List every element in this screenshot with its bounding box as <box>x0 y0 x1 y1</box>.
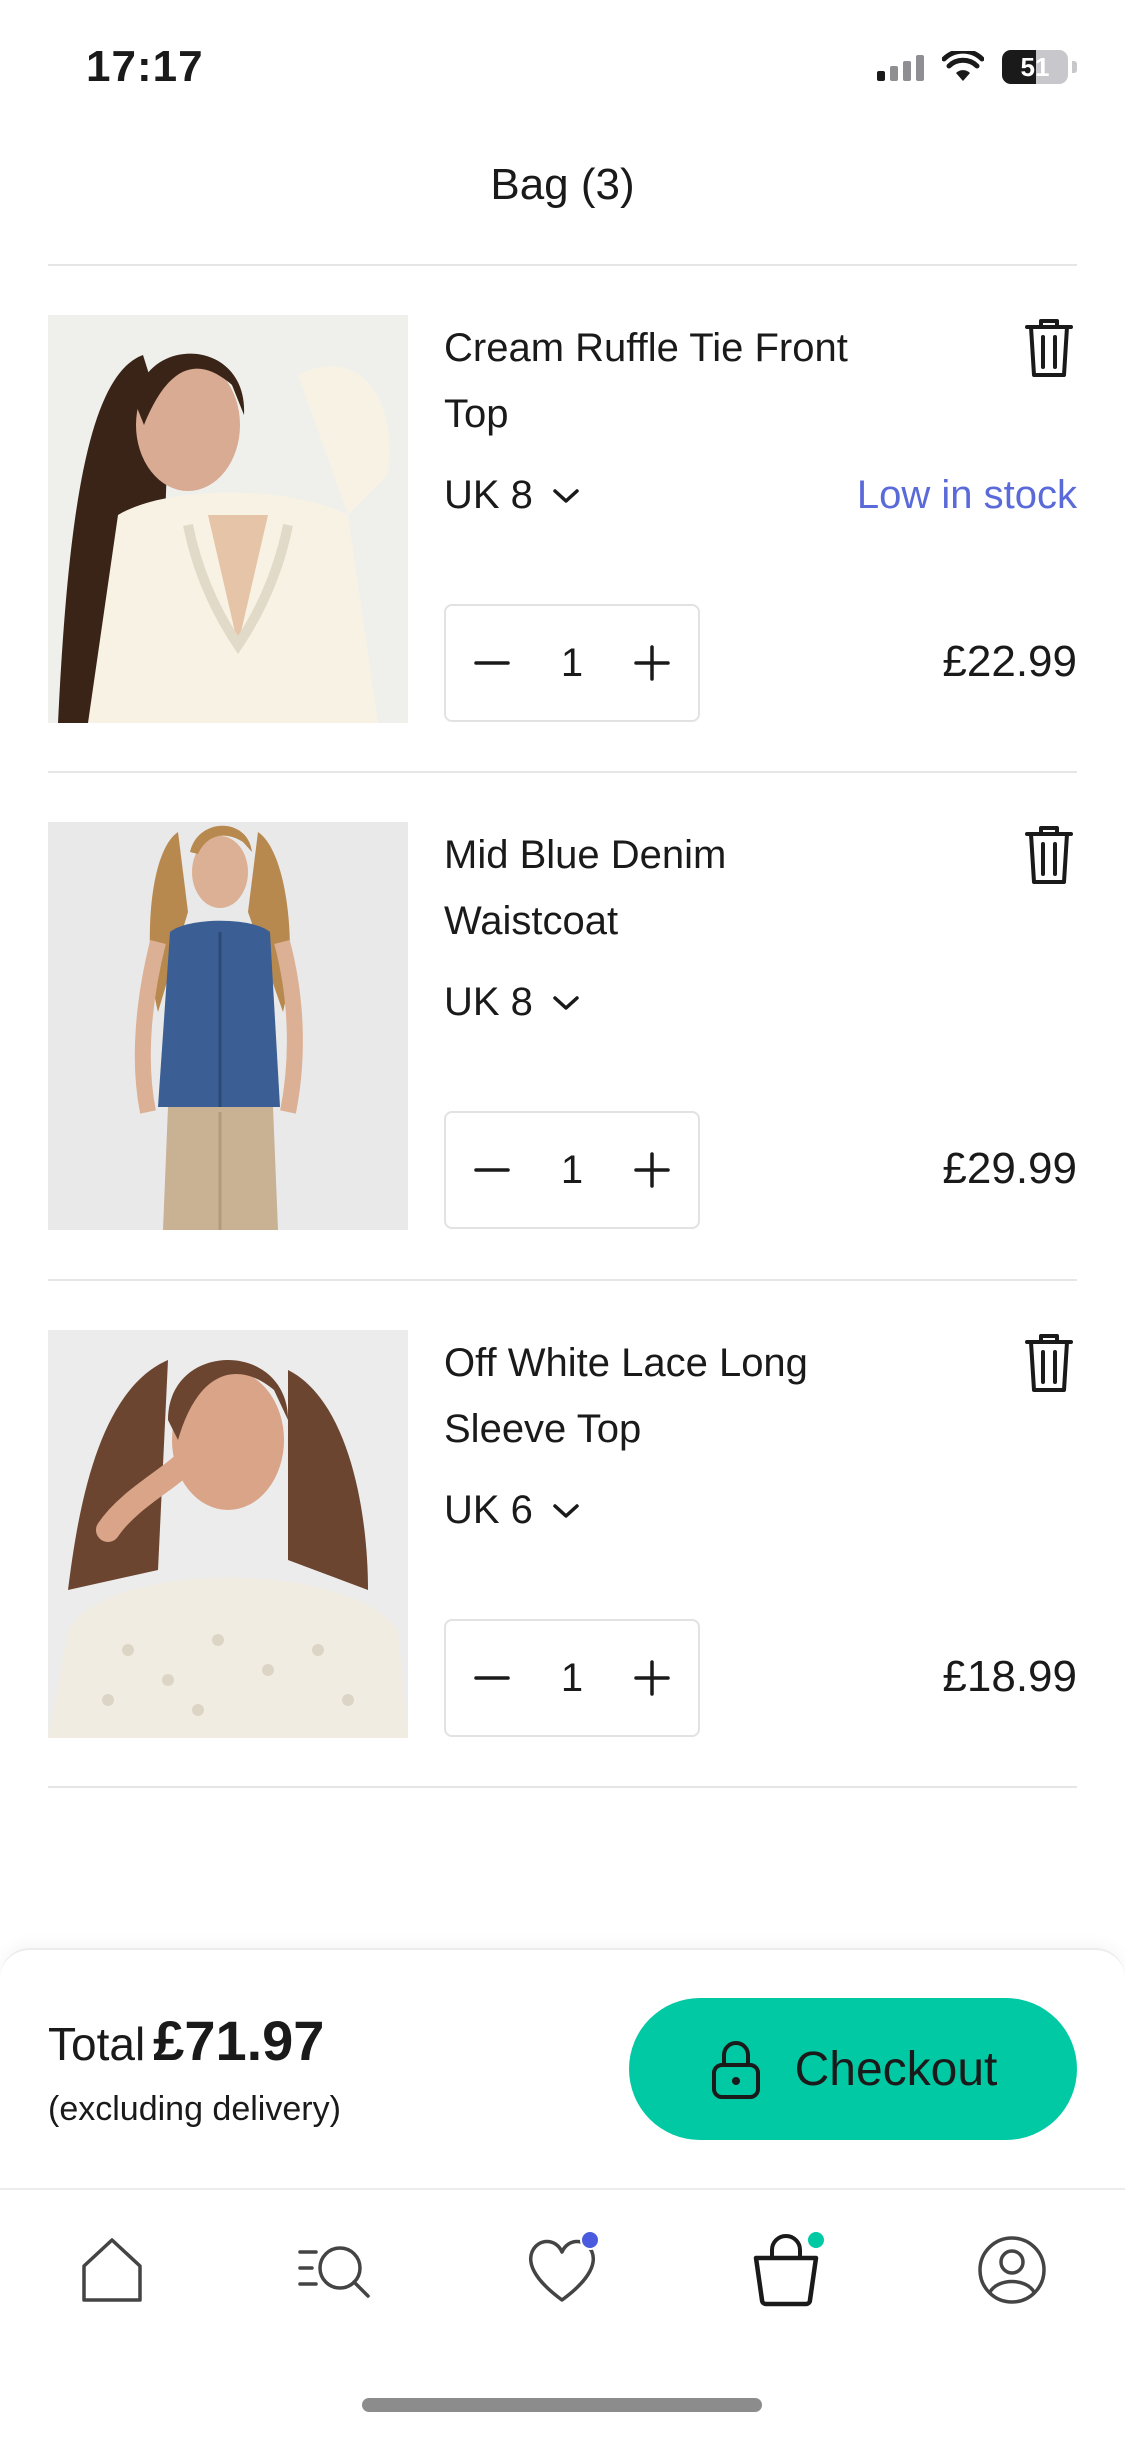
stock-status: Low in stock <box>856 473 1077 517</box>
delete-icon[interactable] <box>1021 1330 1077 1396</box>
decrease-button[interactable] <box>468 1146 516 1194</box>
decrease-button[interactable] <box>468 639 516 687</box>
quantity-value: 1 <box>560 1147 584 1192</box>
quantity-stepper: 1 <box>444 604 700 722</box>
total-label: Total <box>48 2018 146 2070</box>
profile-icon <box>978 2236 1046 2304</box>
battery-cap <box>1072 61 1077 73</box>
size-selector[interactable]: UK 8 <box>444 473 581 518</box>
home-indicator <box>362 2398 762 2412</box>
item-divider <box>48 1786 1077 1788</box>
increase-button[interactable] <box>628 639 676 687</box>
chevron-down-icon <box>553 488 579 503</box>
size-selector[interactable]: UK 8 <box>444 980 581 1025</box>
bag-item: Cream Ruffle Tie Front Top UK 8 Low in s… <box>48 315 1077 725</box>
product-image[interactable] <box>48 315 408 723</box>
increase-button[interactable] <box>628 1654 676 1702</box>
quantity-value: 1 <box>560 1655 584 1700</box>
bag-badge <box>806 2230 826 2250</box>
bag-item: Off White Lace Long Sleeve Top UK 6 1 £1… <box>48 1330 1077 1740</box>
item-price: £22.99 <box>942 637 1077 686</box>
checkout-button[interactable]: Checkout <box>629 1998 1077 2140</box>
tab-bag[interactable] <box>746 2230 826 2310</box>
size-value: UK 8 <box>444 980 533 1024</box>
bag-item: Mid Blue Denim Waistcoat UK 8 1 £29.99 <box>48 822 1077 1232</box>
item-divider <box>48 1279 1077 1281</box>
battery-level: 51 <box>1020 51 1050 82</box>
wishlist-badge <box>580 2230 600 2250</box>
decrease-button[interactable] <box>468 1654 516 1702</box>
plus-icon <box>634 645 670 681</box>
plus-icon <box>634 1660 670 1696</box>
total-amount: £71.97 <box>153 2009 325 2072</box>
status-bar: 17:17 51 <box>0 0 1125 130</box>
product-image[interactable] <box>48 1330 408 1738</box>
search-icon <box>298 2246 370 2298</box>
product-name[interactable]: Off White Lace Long Sleeve Top <box>444 1330 864 1462</box>
cellular-signal-icon <box>877 53 924 81</box>
quantity-stepper: 1 <box>444 1111 700 1229</box>
delivery-note: (excluding delivery) <box>48 2090 341 2128</box>
tab-account[interactable] <box>972 2230 1052 2310</box>
status-icons: 51 <box>877 50 1077 84</box>
size-selector[interactable]: UK 6 <box>444 1488 581 1533</box>
tab-search[interactable] <box>296 2230 376 2310</box>
delete-icon[interactable] <box>1021 822 1077 888</box>
lock-icon <box>711 2041 760 2099</box>
plus-icon <box>634 1152 670 1188</box>
order-total: Total £71.97 <box>48 2008 324 2073</box>
size-value: UK 6 <box>444 1488 533 1532</box>
minus-icon <box>474 1168 510 1172</box>
product-name[interactable]: Mid Blue Denim Waistcoat <box>444 822 864 954</box>
status-time: 17:17 <box>86 42 204 91</box>
item-price: £29.99 <box>942 1144 1077 1193</box>
item-price: £18.99 <box>942 1652 1077 1701</box>
chevron-down-icon <box>553 995 579 1010</box>
chevron-down-icon <box>553 1503 579 1518</box>
checkout-summary: Total £71.97 (excluding delivery) Checkou… <box>0 1948 1125 2190</box>
header-divider <box>48 264 1077 266</box>
item-divider <box>48 771 1077 773</box>
quantity-value: 1 <box>560 640 584 685</box>
wifi-icon <box>942 51 984 81</box>
minus-icon <box>474 661 510 665</box>
battery-icon: 51 <box>1002 50 1068 84</box>
product-name[interactable]: Cream Ruffle Tie Front Top <box>444 315 864 447</box>
increase-button[interactable] <box>628 1146 676 1194</box>
page-title: Bag (3) <box>490 160 635 209</box>
home-icon <box>82 2238 142 2302</box>
delete-icon[interactable] <box>1021 315 1077 381</box>
size-value: UK 8 <box>444 473 533 517</box>
quantity-stepper: 1 <box>444 1619 700 1737</box>
tab-wishlist[interactable] <box>522 2230 602 2310</box>
tab-home[interactable] <box>72 2230 152 2310</box>
product-image[interactable] <box>48 822 408 1230</box>
checkout-label: Checkout <box>794 2042 998 2096</box>
minus-icon <box>474 1676 510 1680</box>
